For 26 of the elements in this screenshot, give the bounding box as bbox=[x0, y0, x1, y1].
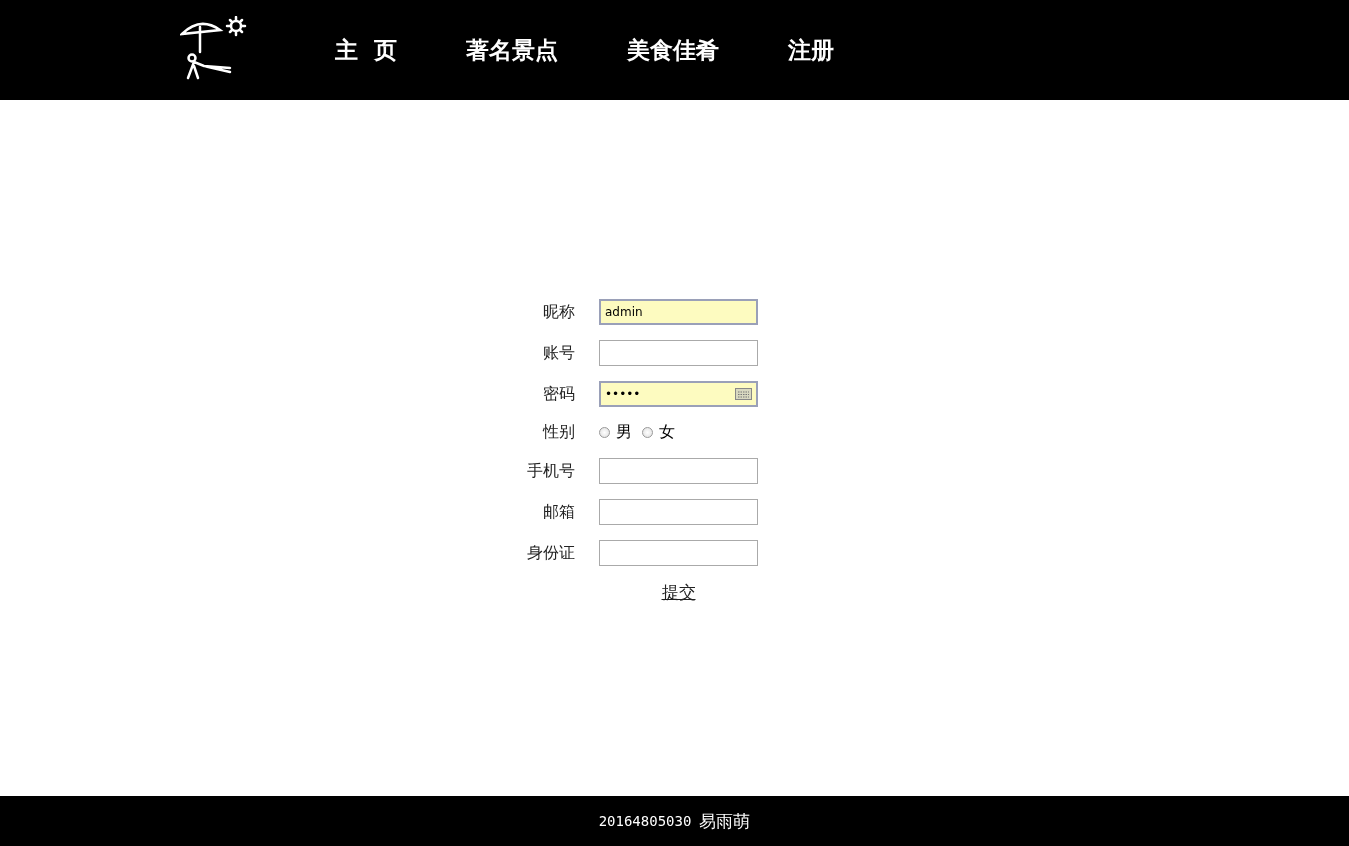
radio-label: 女 bbox=[659, 422, 675, 443]
nav-link[interactable]: 主 页 bbox=[335, 34, 397, 66]
field-label: 密码 bbox=[542, 383, 575, 405]
keyboard-icon bbox=[735, 388, 752, 400]
field-label: 身份证 bbox=[526, 542, 575, 564]
field-label: 昵称 bbox=[542, 301, 575, 323]
field-label: 邮箱 bbox=[542, 501, 575, 523]
radio-button[interactable] bbox=[599, 427, 610, 438]
input-field[interactable]: admin bbox=[599, 299, 758, 325]
student-id: 20164805030 bbox=[598, 813, 692, 829]
password-field[interactable]: ••••• bbox=[599, 381, 758, 407]
radio-button[interactable] bbox=[642, 427, 653, 438]
submit-link[interactable]: 提交 bbox=[661, 581, 696, 604]
beach-umbrella-logo-icon bbox=[180, 16, 248, 80]
field-label: 账号 bbox=[542, 342, 575, 364]
nav-link[interactable]: 注册 bbox=[788, 34, 834, 66]
author-name: 易雨萌 bbox=[699, 809, 751, 833]
input-field[interactable] bbox=[599, 499, 758, 525]
input-field[interactable] bbox=[599, 458, 758, 484]
input-field[interactable] bbox=[599, 340, 758, 366]
field-label: 手机号 bbox=[526, 460, 575, 482]
field-label: 性别 bbox=[541, 422, 575, 443]
nav-link[interactable]: 著名景点 bbox=[466, 34, 558, 66]
nav-link[interactable]: 美食佳肴 bbox=[627, 34, 719, 66]
radio-label: 男 bbox=[616, 422, 632, 443]
input-field[interactable] bbox=[599, 540, 758, 566]
